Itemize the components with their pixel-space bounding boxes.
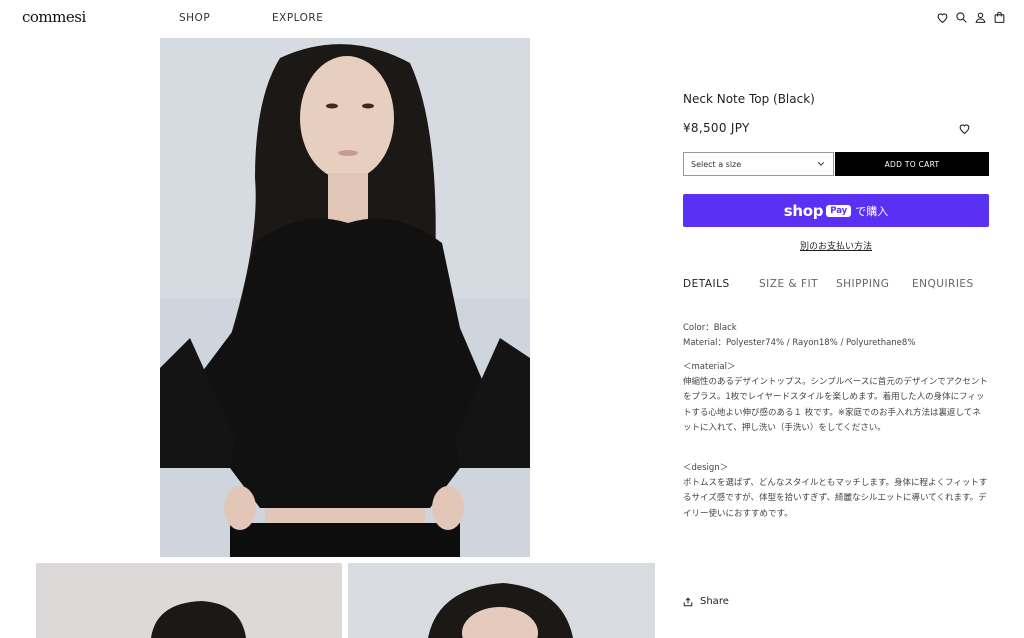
- search-icon[interactable]: [955, 11, 968, 24]
- nav-explore[interactable]: EXPLORE: [272, 12, 323, 24]
- product-image-2[interactable]: [36, 563, 342, 638]
- detail-material-text: 伸縮性のあるデザイントップス。シンプルベースに首元のデザインでアクセントをプラス…: [683, 377, 988, 433]
- share-label: Share: [700, 596, 729, 607]
- chevron-down-icon: [817, 162, 825, 166]
- shop-pay-button[interactable]: shop Pay で購入: [683, 194, 989, 227]
- tab-enquiries[interactable]: ENQUIRIES: [912, 278, 974, 290]
- product-main-image[interactable]: [160, 38, 530, 557]
- site-header: commesi SHOP EXPLORE: [0, 0, 1024, 38]
- account-icon[interactable]: [974, 11, 987, 24]
- heart-icon[interactable]: [936, 11, 949, 24]
- detail-material: Material：Polyester74% / Rayon18% / Polyu…: [683, 338, 916, 348]
- product-price: ¥8,500 JPY: [683, 121, 750, 135]
- add-to-cart-button[interactable]: ADD TO CART: [835, 152, 989, 176]
- nav-shop[interactable]: SHOP: [179, 12, 210, 24]
- detail-color: Color：Black: [683, 323, 737, 333]
- size-select-placeholder: Select a size: [691, 160, 742, 169]
- tab-size-fit[interactable]: SIZE & FIT: [759, 278, 818, 290]
- brand-logo[interactable]: commesi: [22, 8, 86, 26]
- size-select[interactable]: Select a size: [683, 152, 834, 176]
- detail-material-heading: ＜material＞: [683, 362, 736, 372]
- product-image-3[interactable]: [348, 563, 655, 638]
- shop-pay-buy-label: で購入: [855, 204, 889, 218]
- detail-design-text: ボトムスを選ばず、どんなスタイルともマッチします。身体に程よくフィットするサイズ…: [683, 478, 988, 519]
- wishlist-heart-icon[interactable]: [958, 122, 971, 135]
- cart-icon[interactable]: [993, 11, 1006, 24]
- share-button[interactable]: Share: [683, 596, 729, 607]
- tab-shipping[interactable]: SHIPPING: [836, 278, 889, 290]
- shop-pay-badge: Pay: [826, 204, 852, 217]
- share-icon: [683, 597, 693, 606]
- shop-pay-logo-text: shop: [783, 201, 824, 220]
- product-title: Neck Note Top (Black): [683, 92, 815, 106]
- alternative-payment-link[interactable]: 別のお支払い方法: [683, 239, 989, 252]
- detail-design-heading: ＜design＞: [683, 463, 729, 473]
- header-icons: [936, 11, 1006, 24]
- tab-details[interactable]: DETAILS: [683, 278, 730, 290]
